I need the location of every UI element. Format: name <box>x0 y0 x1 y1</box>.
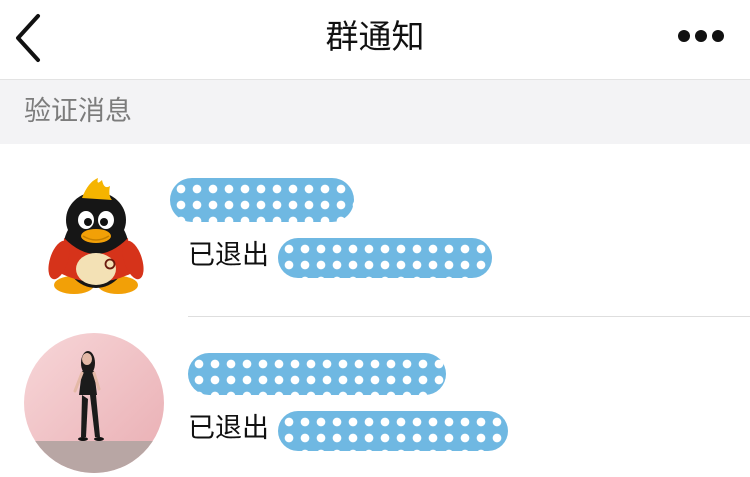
redacted-group-name <box>188 353 446 395</box>
more-horizontal-icon <box>678 30 724 42</box>
section-title: 验证消息 <box>24 96 132 127</box>
user-photo-avatar <box>24 333 164 473</box>
notification-item[interactable]: 已退出 <box>0 317 750 477</box>
avatar[interactable] <box>24 333 164 473</box>
redacted-member-name <box>278 411 508 451</box>
leave-status-text: 已退出 <box>188 413 269 444</box>
leave-status-text: 已退出 <box>188 240 269 271</box>
section-header: 验证消息 <box>0 80 750 144</box>
navigation-bar: 群通知 <box>0 0 750 80</box>
qq-penguin-icon <box>48 178 144 294</box>
redacted-group-name <box>170 178 354 222</box>
redacted-member-name <box>278 238 492 278</box>
avatar[interactable] <box>46 174 146 298</box>
group-notifications-screen: 群通知 验证消息 已退出 已退出 <box>0 0 750 477</box>
page-title: 群通知 <box>325 17 425 56</box>
more-options-button[interactable] <box>670 16 732 56</box>
notification-item[interactable]: 已退出 <box>0 144 750 316</box>
